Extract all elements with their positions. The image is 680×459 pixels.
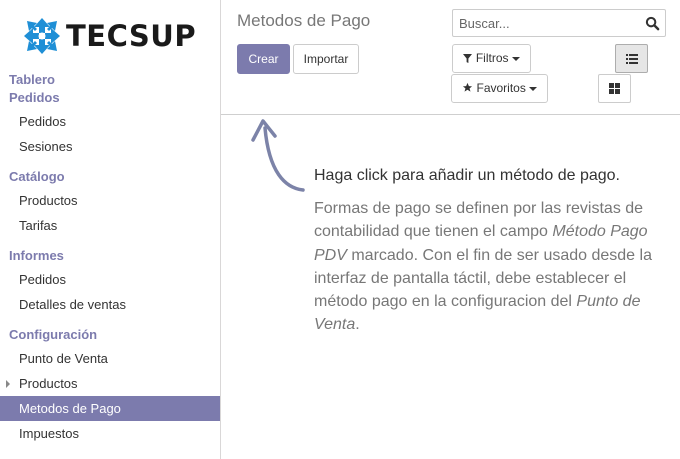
filters-dropdown[interactable]: Filtros — [452, 44, 531, 73]
sidebar-heading-informes: Informes — [9, 248, 64, 263]
page-title: Metodos de Pago — [237, 11, 371, 30]
chevron-down-icon — [528, 86, 537, 91]
sidebar-heading-configuracion: Configuración — [9, 327, 98, 342]
sidebar-item-label: Productos — [19, 376, 78, 391]
favorites-dropdown[interactable]: Favoritos — [451, 74, 548, 103]
help-body: Formas de pago se definen por las revist… — [314, 197, 666, 337]
curved-arrow-icon — [251, 119, 305, 192]
search-input[interactable] — [453, 10, 633, 36]
caret-right-icon — [6, 380, 10, 388]
help-panel: Haga click para añadir un método de pago… — [221, 116, 680, 459]
sidebar-item-informes-pedidos[interactable]: Pedidos — [0, 267, 220, 292]
sidebar-item-tarifas[interactable]: Tarifas — [0, 213, 220, 238]
control-panel: Metodos de Pago Crear Importar Filtros F… — [221, 0, 680, 115]
sidebar-item-config-productos[interactable]: Productos — [0, 371, 220, 396]
sidebar-heading-tablero[interactable]: Tablero — [9, 72, 55, 87]
sidebar-item-pedidos[interactable]: Pedidos — [0, 109, 220, 134]
help-title: Haga click para añadir un método de pago… — [314, 167, 620, 184]
company-logo[interactable]: TECSUP — [16, 14, 202, 57]
favorites-label: Favoritos — [476, 81, 526, 95]
sidebar-item-metodos-de-pago[interactable]: Metodos de Pago — [0, 396, 220, 421]
import-button[interactable]: Importar — [293, 44, 359, 74]
filter-icon — [463, 54, 473, 63]
sidebar-item-productos[interactable]: Productos — [0, 188, 220, 213]
sidebar-item-punto-de-venta[interactable]: Punto de Venta — [0, 346, 220, 371]
sidebar: TECSUP Tablero Pedidos Pedidos Sesiones … — [0, 0, 221, 459]
sidebar-item-sesiones[interactable]: Sesiones — [0, 134, 220, 159]
kanban-view-icon — [609, 83, 620, 94]
star-icon — [463, 82, 473, 92]
sidebar-item-detalles-ventas[interactable]: Detalles de ventas — [0, 292, 220, 317]
kanban-view-button[interactable] — [598, 74, 631, 103]
sidebar-heading-catalogo: Catálogo — [9, 169, 65, 184]
list-view-icon — [625, 53, 638, 64]
help-text: . — [355, 316, 360, 334]
filters-label: Filtros — [475, 51, 509, 65]
search-icon[interactable] — [645, 16, 660, 31]
logo-text: TECSUP — [66, 18, 197, 53]
sidebar-heading-pedidos: Pedidos — [9, 90, 60, 105]
create-button[interactable]: Crear — [237, 44, 290, 74]
sidebar-item-impuestos[interactable]: Impuestos — [0, 421, 220, 446]
search-box — [452, 9, 666, 37]
tecsup-logo-icon — [24, 17, 60, 54]
list-view-button[interactable] — [615, 44, 648, 73]
chevron-down-icon — [511, 56, 520, 61]
